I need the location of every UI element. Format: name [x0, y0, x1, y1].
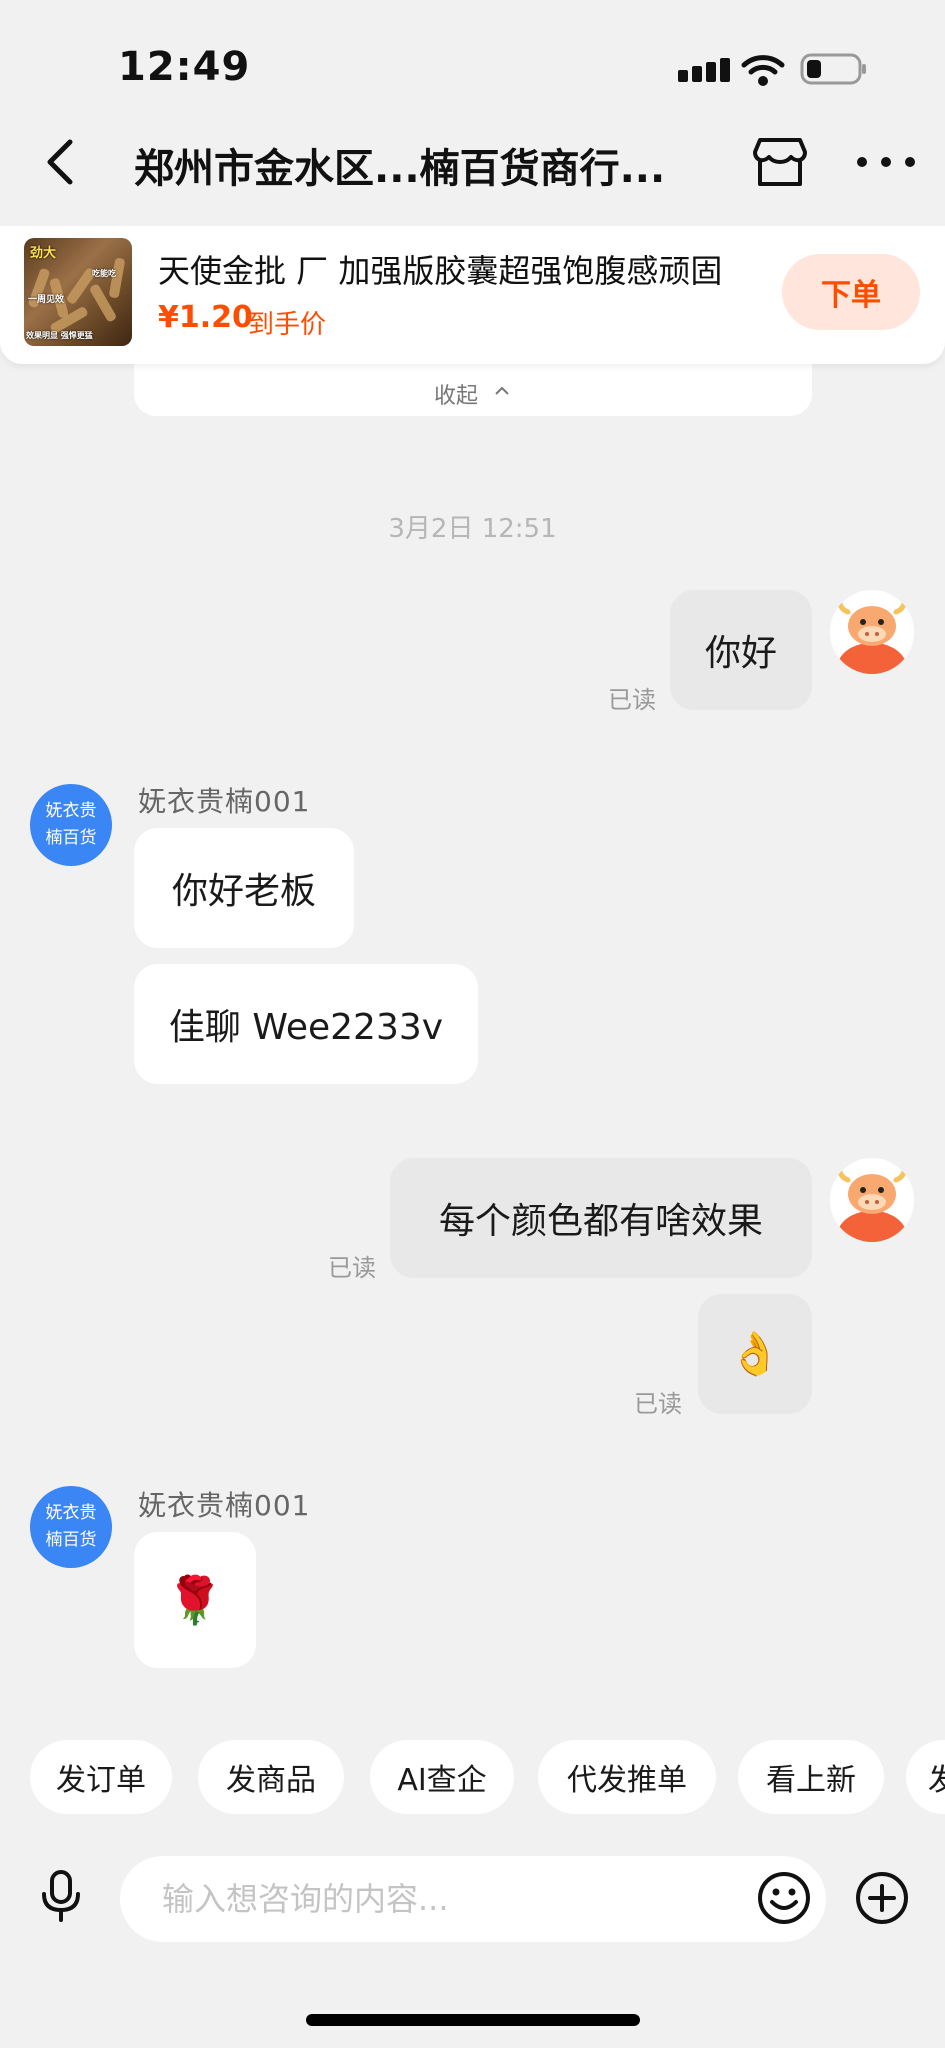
- quick-action-new-arrivals[interactable]: 看上新: [738, 1740, 884, 1814]
- price-label: 到手价: [248, 310, 327, 340]
- thumb-text: 一周见效: [28, 295, 65, 305]
- ox-avatar-icon: [836, 595, 908, 674]
- message-input[interactable]: [120, 1856, 826, 1942]
- more-options-icon[interactable]: [856, 152, 916, 172]
- home-indicator[interactable]: [306, 2014, 640, 2026]
- quick-action-more[interactable]: 发: [906, 1740, 945, 1814]
- back-icon[interactable]: [38, 134, 82, 190]
- shop-avatar-text: 妩衣贵: [45, 1503, 97, 1523]
- wifi-icon: [741, 55, 785, 86]
- outgoing-message[interactable]: 你好: [670, 590, 812, 710]
- incoming-message[interactable]: 你好老板: [134, 828, 354, 948]
- sender-name: 妩衣贵楠001: [138, 1489, 311, 1522]
- chevron-up-icon[interactable]: [494, 386, 510, 396]
- thumb-text: 劲大: [30, 246, 57, 261]
- read-receipt: 已读: [608, 686, 656, 714]
- microphone-icon[interactable]: [38, 1868, 84, 1924]
- quick-action-dropship[interactable]: 代发推单: [538, 1740, 716, 1814]
- collapse-label[interactable]: 收起: [434, 378, 478, 410]
- order-button[interactable]: 下单: [782, 254, 920, 330]
- status-time: 12:49: [118, 44, 251, 90]
- incoming-emoji-message[interactable]: 🌹: [134, 1532, 256, 1668]
- user-avatar[interactable]: [830, 1158, 914, 1242]
- product-title: 天使金批 厂 加强版胶囊超强饱腹感顽固: [158, 252, 723, 290]
- product-price: ¥1.20: [158, 300, 253, 335]
- read-receipt: 已读: [634, 1390, 682, 1418]
- shop-avatar[interactable]: 妩衣贵 楠百货: [30, 1486, 112, 1568]
- battery-icon: [800, 53, 866, 85]
- store-icon[interactable]: [750, 134, 810, 190]
- add-icon[interactable]: [854, 1870, 910, 1926]
- thumb-text: 效果明显 强悍更猛: [26, 331, 93, 340]
- product-thumbnail[interactable]: 劲大 一周见效 效果明显 强悍更猛 吃能吃: [24, 238, 132, 346]
- sender-name: 妩衣贵楠001: [138, 785, 311, 818]
- shop-avatar-text: 楠百货: [45, 828, 97, 848]
- quick-action-send-order[interactable]: 发订单: [30, 1740, 172, 1814]
- ox-avatar-icon: [836, 1163, 908, 1242]
- shop-avatar-text: 妩衣贵: [45, 801, 97, 821]
- user-avatar[interactable]: [830, 590, 914, 674]
- thumb-text: 吃能吃: [92, 269, 116, 278]
- outgoing-message[interactable]: 每个颜色都有啥效果: [390, 1158, 812, 1278]
- shop-avatar[interactable]: 妩衣贵 楠百货: [30, 784, 112, 866]
- quick-action-ai-company-check[interactable]: AI查企: [370, 1740, 514, 1814]
- read-receipt: 已读: [328, 1254, 376, 1282]
- shop-avatar-text: 楠百货: [45, 1530, 97, 1550]
- chat-title: 郑州市金水区...楠百货商行...: [134, 146, 666, 192]
- outgoing-emoji-message[interactable]: 👌: [698, 1294, 812, 1414]
- message-timestamp: 3月2日 12:51: [388, 514, 557, 544]
- quick-action-send-product[interactable]: 发商品: [198, 1740, 344, 1814]
- incoming-message[interactable]: 佳聊 Wee2233v: [134, 964, 478, 1084]
- emoji-icon[interactable]: [756, 1870, 812, 1926]
